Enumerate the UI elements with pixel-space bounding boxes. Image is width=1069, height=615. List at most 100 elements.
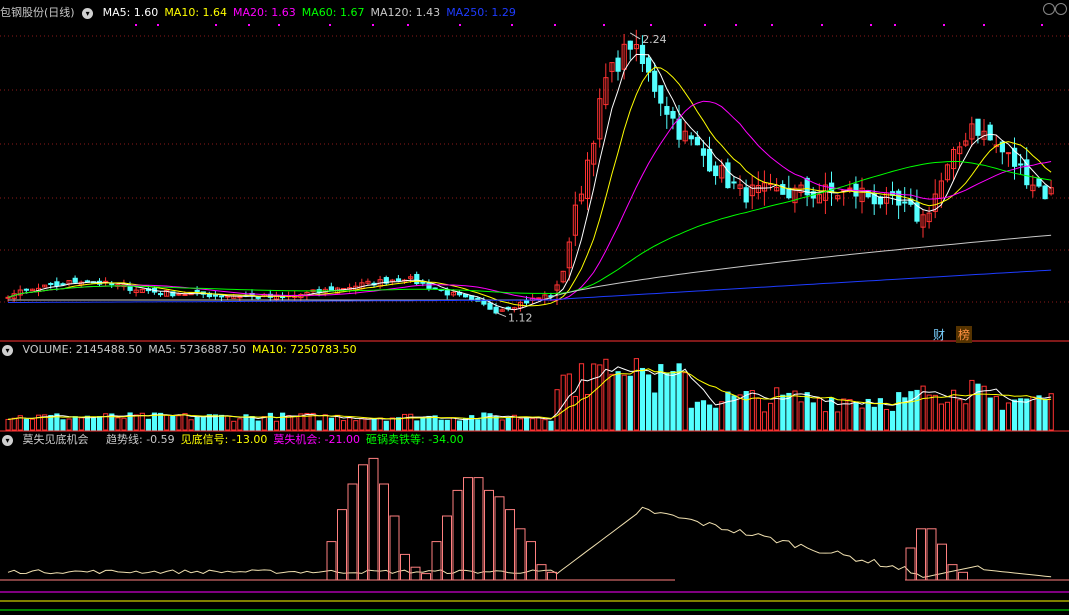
- candle-body: [444, 289, 450, 296]
- indicator-panel[interactable]: ▾ 莫失见底机会 趋势线: -0.59 见底信号: -13.00 莫失机会: -21…: [0, 432, 1069, 615]
- volume-bar: [371, 418, 377, 431]
- finance-tag[interactable]: 财: [931, 326, 947, 343]
- volume-bar: [639, 367, 646, 431]
- volume-bar: [609, 373, 615, 431]
- rank-tag[interactable]: 榜: [956, 326, 973, 343]
- volume-bar: [438, 419, 444, 431]
- volume-bar: [548, 420, 554, 431]
- volume-bar: [328, 417, 334, 431]
- candle-body: [109, 283, 115, 286]
- indicator-bar: [368, 457, 379, 581]
- volume-bar: [176, 415, 182, 431]
- indicator-bar: [410, 566, 421, 581]
- indicator-bar: [326, 541, 337, 581]
- volume-bar: [755, 397, 761, 431]
- volume-bar: [402, 413, 408, 431]
- candle-body: [127, 285, 133, 291]
- volume-bar: [633, 358, 639, 431]
- event-dot: [372, 24, 374, 26]
- volume-bar: [389, 417, 395, 431]
- volume-bar: [194, 416, 200, 431]
- volume-bar: [133, 414, 139, 431]
- candle-body: [54, 281, 60, 287]
- volume-bar: [1018, 398, 1024, 431]
- event-dot: [157, 24, 159, 26]
- volume-bar: [615, 371, 621, 431]
- volume-bar: [347, 417, 353, 431]
- candle-body: [255, 296, 261, 299]
- volume-bar: [1042, 398, 1048, 431]
- volume-bar: [725, 391, 731, 431]
- indicator-bar: [421, 573, 431, 581]
- volume-bar: [707, 404, 713, 431]
- volume-bar: [542, 419, 548, 431]
- indicator-bar: [958, 571, 968, 581]
- indicator-label: 莫失机会: -21.00: [273, 433, 361, 446]
- price-chart[interactable]: 2.24 1.12: [0, 0, 1069, 342]
- collapse-icon[interactable]: ▾: [2, 434, 13, 446]
- volume-bar: [517, 418, 524, 431]
- volume-bar: [273, 420, 280, 431]
- collapse-icon[interactable]: ▾: [2, 344, 13, 356]
- indicator-name: 莫失见底机会: [22, 433, 89, 446]
- volume-bar: [768, 402, 774, 431]
- volume-bar: [829, 397, 835, 431]
- volume-bar: [883, 408, 890, 431]
- ma60-line: [7, 161, 1052, 298]
- volume-bar: [804, 392, 810, 431]
- ma20-line: [7, 100, 1052, 301]
- volume-bar: [621, 374, 627, 431]
- candle-body: [493, 306, 499, 314]
- volume-bar: [280, 412, 286, 431]
- volume-bar: [694, 401, 700, 431]
- event-dot: [771, 24, 773, 26]
- candle-body: [158, 293, 164, 296]
- candle-body: [652, 70, 658, 92]
- event-dot: [554, 24, 556, 26]
- candle-body: [731, 181, 737, 184]
- volume-bar: [255, 420, 261, 431]
- volume-panel[interactable]: ▾ VOLUME: 2145488.50 MA5: 5736887.50 MA10:…: [0, 342, 1069, 432]
- ma-label: MA60: 1.67: [301, 6, 365, 19]
- volume-bar: [780, 394, 786, 431]
- volume-labels: VOLUME: 2145488.50 MA5: 5736887.50 MA10: 7…: [23, 343, 363, 356]
- volume-bar: [853, 401, 859, 431]
- volume-bar: [231, 420, 237, 431]
- candle-body: [1005, 152, 1012, 155]
- indicator-bar: [494, 496, 505, 581]
- collapse-icon[interactable]: ▾: [82, 7, 94, 19]
- volume-bar: [536, 417, 542, 431]
- indicator-bar: [358, 464, 368, 581]
- volume-bar: [456, 420, 463, 431]
- price-panel[interactable]: 包钢股份(日线) ▾ MA5: 1.60 MA10: 1.64 MA20: 1.63…: [0, 0, 1069, 343]
- event-dot: [407, 24, 409, 26]
- volume-bar: [377, 417, 383, 431]
- volume-bar: [658, 364, 664, 431]
- volume-bar: [1036, 395, 1042, 431]
- volume-bar: [115, 417, 121, 431]
- indicator-bar: [547, 571, 557, 581]
- volume-bar: [792, 390, 798, 431]
- candle-body: [743, 187, 749, 203]
- ma-label: MA120: 1.43: [370, 6, 441, 19]
- volume-bar: [963, 403, 969, 431]
- volume-bar: [60, 419, 66, 431]
- candle-body: [700, 148, 707, 156]
- candle-body: [896, 190, 902, 206]
- volume-bar: [450, 417, 456, 431]
- candle-body: [646, 57, 652, 73]
- volume-bar: [524, 417, 530, 431]
- volume-bar: [987, 397, 993, 431]
- volume-bar: [182, 413, 188, 431]
- volume-bar: [951, 389, 957, 431]
- indicator-bar: [473, 477, 484, 581]
- indicator-bar: [337, 509, 347, 581]
- candle-body: [1036, 178, 1042, 187]
- indicator-chart[interactable]: [0, 432, 1069, 615]
- indicator-bar: [484, 489, 494, 581]
- candle-body: [481, 299, 487, 305]
- volume-label: MA5: 5736887.50: [148, 343, 246, 356]
- indicator-bar: [347, 483, 358, 581]
- volume-bar: [865, 398, 871, 431]
- volume-bar: [859, 407, 865, 431]
